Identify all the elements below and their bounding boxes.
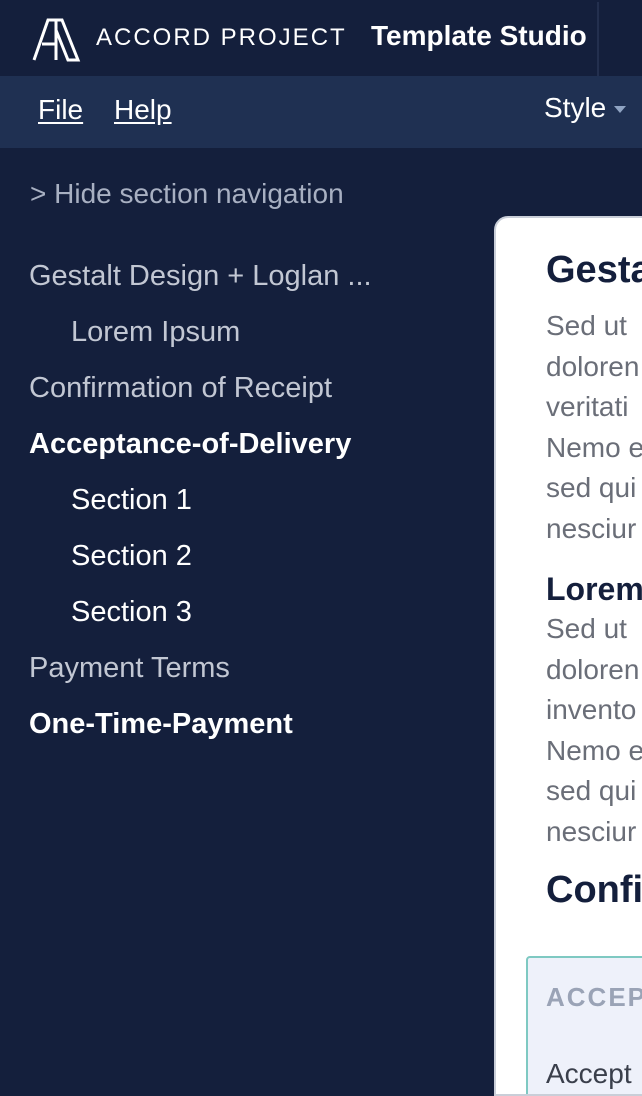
nav-item-payment-terms[interactable]: Payment Terms (0, 646, 490, 702)
paragraph-line: doloren (546, 653, 640, 685)
paragraph-line: nesciur (546, 512, 637, 544)
chevron-down-icon (614, 106, 627, 114)
nav-item-section-2[interactable]: Section 2 (0, 534, 490, 590)
hide-section-navigation-link[interactable]: > Hide section navigation (30, 178, 344, 210)
paragraph-line: doloren (546, 350, 640, 382)
paragraph-line: Sed ut (546, 613, 627, 644)
paragraph-line: invento (546, 694, 637, 725)
heading-lorem: Lorem (546, 571, 642, 607)
section-nav-list: Gestalt Design + Loglan ... Lorem Ipsum … (0, 254, 490, 758)
paragraph-line: veritati (546, 391, 629, 422)
document-editor[interactable]: Gesta Sed ut doloren veritati Nemo e sed… (494, 216, 642, 1096)
paragraph-line: Nemo e (546, 734, 642, 766)
style-dropdown-label: Style (544, 92, 607, 123)
section-navigation: > Hide section navigation Gestalt Design… (0, 148, 490, 1082)
header-divider (597, 2, 599, 76)
nav-item-lorem-ipsum[interactable]: Lorem Ipsum (0, 310, 490, 366)
help-menu[interactable]: Help (114, 94, 172, 126)
nav-item-confirmation-of-receipt[interactable]: Confirmation of Receipt (0, 366, 490, 422)
paragraph-line: Sed ut (546, 310, 627, 341)
nav-item-section-3[interactable]: Section 3 (0, 590, 490, 646)
heading-gestalt: Gesta (546, 249, 642, 291)
style-dropdown[interactable]: Style (544, 92, 627, 124)
top-header: ACCORD PROJECT Template Studio (0, 0, 642, 76)
heading-confirmation: Confi (546, 869, 642, 911)
paragraph-line: sed qui (546, 775, 637, 806)
nav-item-one-time-payment[interactable]: One-Time-Payment (0, 702, 490, 758)
paragraph-line: Nemo e (546, 431, 642, 463)
clause-block[interactable]: ACCEPT Accept (526, 956, 642, 1094)
app-title: Template Studio (371, 20, 587, 51)
file-menu[interactable]: File (38, 94, 83, 126)
clause-text: Accept (546, 1058, 632, 1089)
nav-item-acceptance-of-delivery[interactable]: Acceptance-of-Delivery (0, 422, 490, 478)
accord-project-logo-icon[interactable] (30, 14, 82, 62)
nav-item-section-1[interactable]: Section 1 (0, 478, 490, 534)
brand-name: ACCORD PROJECT (96, 24, 347, 51)
nav-item-gestalt-design[interactable]: Gestalt Design + Loglan ... (0, 254, 490, 310)
clause-heading: ACCEPT (546, 982, 642, 1012)
document-content: Gesta Sed ut doloren veritati Nemo e sed… (546, 246, 642, 914)
paragraph-line: nesciur (546, 815, 637, 847)
paragraph-line: sed qui (546, 472, 637, 503)
menu-bar: File Help Style (0, 76, 642, 148)
